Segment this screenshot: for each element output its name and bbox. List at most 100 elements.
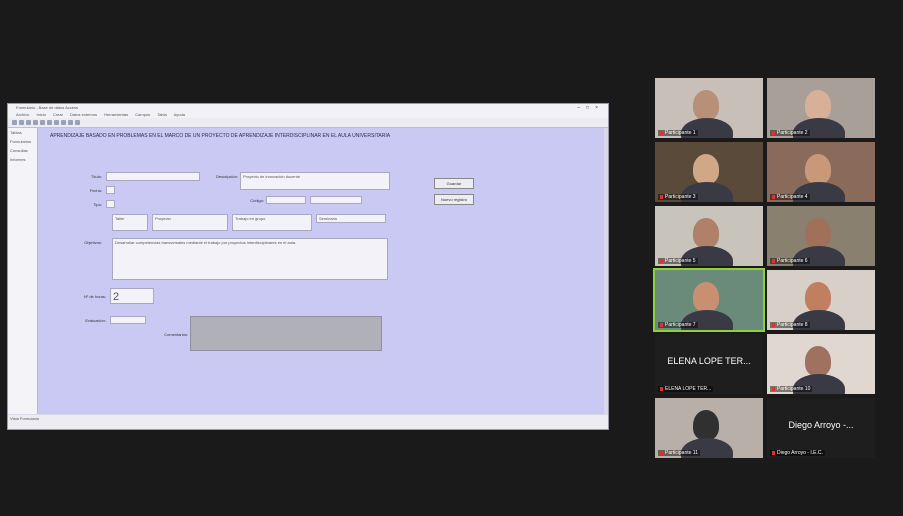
participant-avatar [805,346,831,376]
menu-item[interactable]: Archivo [16,112,29,117]
mic-muted-icon [772,386,775,391]
participant-tile[interactable]: Participante 7 [653,268,765,332]
refresh-icon[interactable] [75,120,80,125]
description-label: Descripción: [215,174,238,179]
mic-muted-icon [660,130,663,135]
nav-item[interactable]: Tablas [8,128,37,137]
mic-muted-icon [660,322,663,327]
participant-display-name: ELENA LOPE TER... [667,356,751,366]
participant-avatar [805,282,831,312]
participant-tile[interactable]: ELENA LOPE TER... ELENA LOPE TER... [655,334,763,394]
comments-box[interactable] [190,316,382,351]
mic-muted-icon [660,258,663,263]
participant-name-label: Participante 4 [770,194,810,200]
nav-item[interactable]: Informes [8,155,37,164]
participant-name-label: Participante 8 [770,322,810,328]
evaluation-field[interactable] [110,316,146,324]
objectives-label: Objetivos: [84,240,102,245]
menu-item[interactable]: Herramientas [104,112,128,117]
hours-label: Nº de horas: [83,294,106,299]
menu-item[interactable]: Tabla [157,112,167,117]
option-3[interactable]: Trabajo en grupo [232,214,312,231]
participant-tile[interactable]: Participante 5 [655,206,763,266]
participant-avatar [693,410,719,440]
participant-avatar [693,90,719,120]
code-field[interactable] [266,196,306,204]
participant-name-label: ELENA LOPE TER... [658,386,714,392]
participant-tile[interactable]: Participante 8 [767,270,875,330]
participant-name-label: Participante 2 [770,130,810,136]
copy-icon[interactable] [40,120,45,125]
nav-item[interactable]: Formularios [8,137,37,146]
shared-screen-window: Formulario - Base de datos Access –□× Ar… [7,103,609,430]
participant-name-label: Participante 5 [658,258,698,264]
hours-field[interactable]: 2 [110,288,154,304]
menu-item[interactable]: Campos [135,112,150,117]
form-area: APRENDIZAJE BASADO EN PROBLEMAS EN EL MA… [38,128,604,414]
window-controls[interactable]: –□× [577,104,604,112]
app-titlebar: Formulario - Base de datos Access –□× [8,104,608,112]
participant-tile[interactable]: Participante 2 [767,78,875,138]
participant-avatar [805,154,831,184]
filter-icon[interactable] [54,120,59,125]
participant-display-name: Diego Arroyo -... [788,420,854,430]
save-button[interactable]: Guardar [434,178,474,189]
participant-name-label: Participante 3 [658,194,698,200]
code-stepper[interactable] [310,196,362,204]
comments-label: Comentarios: [164,332,188,337]
participant-tile[interactable]: Participante 6 [767,206,875,266]
participant-tile[interactable]: Participante 10 [767,334,875,394]
cut-icon[interactable] [33,120,38,125]
participant-avatar [693,154,719,184]
participant-avatar [805,218,831,248]
paste-icon[interactable] [47,120,52,125]
mic-muted-icon [660,386,663,391]
date-label: Fecha: [89,188,102,193]
participant-name-label: Participante 1 [658,130,698,136]
save-icon[interactable] [12,120,17,125]
name-label: Título: [90,174,102,179]
participant-tile[interactable]: Diego Arroyo -... Diego Arroyo - I.E.C. [767,398,875,458]
status-bar: Vista Formulario [8,415,608,429]
mic-muted-icon [772,450,775,455]
mic-muted-icon [660,450,663,455]
date-field[interactable] [106,186,115,194]
option-2[interactable]: Proyecto [152,214,228,231]
participant-name-label: Participante 10 [770,386,813,392]
description-field[interactable]: Proyecto de innovación docente [240,172,390,190]
mic-muted-icon [772,130,775,135]
option-1[interactable]: Taller [112,214,148,231]
navigation-pane: Tablas Formularios Consultas Informes [8,128,38,414]
app-title: Formulario - Base de datos Access [16,105,79,110]
sort-icon[interactable] [61,120,66,125]
menu-item[interactable]: Inicio [36,112,45,117]
type-label: Tipo: [93,202,102,207]
participant-tile[interactable]: Participante 3 [655,142,763,202]
type-field[interactable] [106,200,115,208]
undo-icon[interactable] [19,120,24,125]
participant-tile[interactable]: Participante 1 [655,78,763,138]
nav-item[interactable]: Consultas [8,146,37,155]
participant-avatar [805,90,831,120]
mic-muted-icon [772,322,775,327]
mic-muted-icon [660,194,663,199]
participant-tile[interactable]: Participante 4 [767,142,875,202]
mic-muted-icon [772,258,775,263]
objectives-field[interactable]: Desarrollar competencias transversales m… [112,238,388,280]
participant-tile[interactable]: Participante 11 [655,398,763,458]
menu-item[interactable]: Ayuda [174,112,185,117]
code-label: Código: [250,198,264,203]
participant-avatar [693,282,719,312]
participant-name-label: Participante 7 [658,322,698,328]
new-record-button[interactable]: Nuevo registro [434,194,474,205]
participant-name-label: Participante 6 [770,258,810,264]
find-icon[interactable] [68,120,73,125]
app-toolbar [8,118,608,128]
redo-icon[interactable] [26,120,31,125]
participant-name-label: Participante 11 [658,450,700,456]
option-4[interactable]: Seminario [316,214,386,223]
name-field[interactable] [106,172,200,181]
menu-item[interactable]: Crear [53,112,63,117]
menu-item[interactable]: Datos externos [70,112,97,117]
participant-name-label: Diego Arroyo - I.E.C. [770,450,825,456]
